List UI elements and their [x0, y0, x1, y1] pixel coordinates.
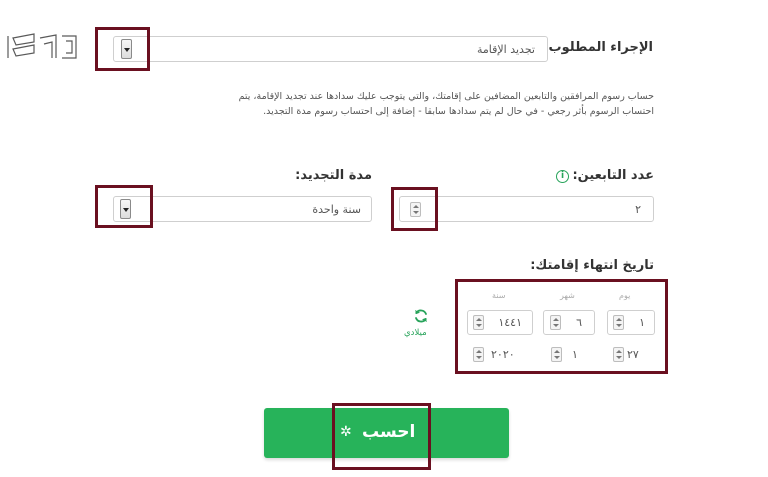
- renewal-value: سنة واحدة: [312, 203, 361, 216]
- info-icon[interactable]: i: [556, 170, 569, 183]
- description-line-2: احتساب الرسوم بأثر رجعي - في حال لم يتم …: [263, 106, 654, 117]
- expiry-label: تاريخ انتهاء إقامتك:: [530, 258, 654, 273]
- highlight-calculate-button: [332, 403, 431, 470]
- description-text: حساب رسوم المرافقين والتابعين المضافين ع…: [150, 89, 654, 119]
- dependents-label: عدد التابعين:: [572, 168, 654, 183]
- logo-icon: [7, 33, 77, 59]
- highlight-renewal-dropdown: [95, 185, 153, 228]
- procedure-value: تجديد الإقامة: [477, 43, 535, 56]
- highlight-dependents-stepper: [391, 187, 438, 231]
- calendar-toggle-label[interactable]: ميلادي: [404, 328, 427, 338]
- dependents-value: ٢: [635, 203, 641, 216]
- procedure-select[interactable]: تجديد الإقامة: [113, 36, 548, 62]
- procedure-label: الإجراء المطلوب:: [543, 40, 653, 55]
- renewal-label: مدة التجديد:: [295, 168, 372, 183]
- highlight-procedure-dropdown: [95, 27, 150, 71]
- highlight-expiry-date: [455, 279, 668, 374]
- description-line-1: حساب رسوم المرافقين والتابعين المضافين ع…: [238, 91, 654, 102]
- refresh-icon[interactable]: [413, 308, 429, 324]
